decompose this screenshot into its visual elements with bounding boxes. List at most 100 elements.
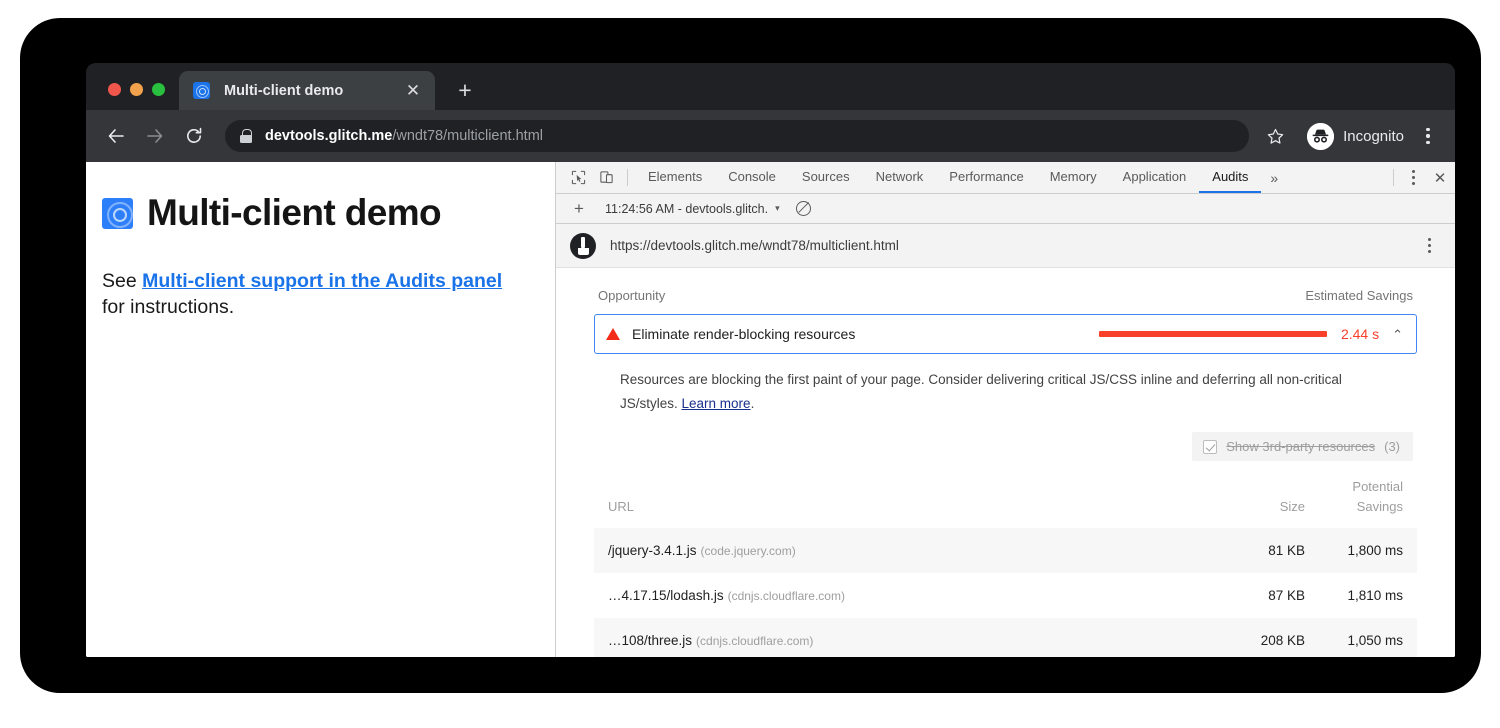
browser-tab-title: Multi-client demo [224,83,403,99]
browser-toolbar: devtools.glitch.me/wndt78/multiclient.ht… [86,110,1455,162]
show-3rd-party-label: Show 3rd-party resources [1226,439,1375,454]
resource-savings: 1,810 ms [1305,573,1417,618]
bookmark-star-icon[interactable] [1260,121,1290,151]
report-menu-button[interactable] [1417,238,1441,252]
resource-size: 81 KB [1195,528,1305,573]
resource-url: …4.17.15/lodash.js [608,588,724,603]
tab-memory[interactable]: Memory [1037,162,1110,193]
page-instructions: See Multi-client support in the Audits p… [102,268,521,320]
estimated-savings-column-label: Estimated Savings [1305,288,1413,303]
chevron-down-icon: ▾ [775,203,780,214]
resource-size: 208 KB [1195,618,1305,657]
devtools-spiral-icon [193,82,210,99]
devtools-panel: Elements Console Sources Network Perform… [555,162,1455,657]
resource-origin: (code.jquery.com) [701,544,796,558]
browser-viewport: Multi-client demo See Multi-client suppo… [86,162,1455,657]
address-bar-path: /wndt78/multiclient.html [392,128,543,144]
resource-url: …108/three.js [608,633,692,648]
audit-description: Resources are blocking the first paint o… [594,360,1394,416]
column-header-size[interactable]: Size [1195,467,1305,527]
column-header-savings[interactable]: Potential Savings [1305,467,1417,527]
minimize-window-button[interactable] [130,83,143,96]
resource-origin: (cdnjs.cloudflare.com) [728,589,845,603]
tab-performance[interactable]: Performance [936,162,1036,193]
show-3rd-party-toggle[interactable]: Show 3rd-party resources (3) [1192,432,1413,461]
audit-run-label: 11:24:56 AM - devtools.glitch. [605,202,768,216]
table-row[interactable]: …4.17.15/lodash.js (cdnjs.cloudflare.com)… [594,573,1417,618]
window-traffic-lights [86,83,179,110]
devtools-menu-button[interactable] [1401,162,1425,193]
instructions-suffix: for instructions. [102,296,234,318]
tab-elements[interactable]: Elements [635,162,715,193]
audit-savings-value: 2.44 s [1341,326,1379,342]
tab-audits[interactable]: Audits [1199,162,1261,193]
clear-audits-icon[interactable] [796,201,811,216]
resource-size: 87 KB [1195,573,1305,618]
address-bar-domain: devtools.glitch.me [265,128,392,144]
checkbox-icon[interactable] [1203,440,1217,454]
devtools-spiral-icon [102,198,133,229]
report-url: https://devtools.glitch.me/wndt78/multic… [610,238,1417,253]
audit-title: Eliminate render-blocking resources [632,326,1099,342]
forward-button[interactable] [137,118,173,154]
warning-triangle-icon [606,328,620,340]
show-3rd-party-count: (3) [1384,439,1400,454]
toolbar-divider [627,169,628,186]
back-button[interactable] [98,118,134,154]
address-bar[interactable]: devtools.glitch.me/wndt78/multiclient.ht… [225,120,1249,152]
close-devtools-icon[interactable]: ✕ [1425,162,1455,193]
page-content: Multi-client demo See Multi-client suppo… [86,162,555,657]
audit-card: Eliminate render-blocking resources 2.44… [594,314,1417,354]
more-tabs-icon[interactable]: » [1261,162,1287,193]
audit-savings-bar-fill [1099,331,1327,337]
profile-chip[interactable]: Incognito [1307,123,1404,150]
page-heading: Multi-client demo [102,192,521,234]
reload-button[interactable] [176,118,212,154]
page-title: Multi-client demo [147,192,441,234]
audit-summary-row[interactable]: Eliminate render-blocking resources 2.44… [595,315,1416,353]
close-icon[interactable]: ✕ [403,81,423,101]
tab-sources[interactable]: Sources [789,162,863,193]
new-tab-button[interactable]: + [448,73,482,107]
resources-table: URL Size Potential Savings /jquery-3.4.1… [594,467,1417,657]
column-header-url[interactable]: URL [594,467,1195,527]
incognito-icon [1307,123,1334,150]
audits-toolbar: + 11:24:56 AM - devtools.glitch. ▾ [556,194,1455,224]
toolbar-divider-right [1393,169,1394,186]
maximize-window-button[interactable] [152,83,165,96]
audit-savings-bar [1099,331,1327,337]
lighthouse-icon [570,233,596,259]
resource-origin: (cdnjs.cloudflare.com) [696,634,813,648]
tabbar-spacer [1287,162,1386,193]
learn-more-link[interactable]: Learn more [682,396,751,411]
tab-network[interactable]: Network [863,162,937,193]
instructions-prefix: See [102,270,142,292]
audits-docs-link[interactable]: Multi-client support in the Audits panel [142,270,502,292]
profile-label: Incognito [1343,128,1404,145]
device-toolbar-icon[interactable] [592,162,620,193]
close-window-button[interactable] [108,83,121,96]
audit-run-selector[interactable]: 11:24:56 AM - devtools.glitch. ▾ [605,202,780,216]
resource-savings: 1,800 ms [1305,528,1417,573]
browser-window: Multi-client demo ✕ + devtools.glitch.me… [86,63,1455,657]
browser-menu-button[interactable] [1415,121,1441,151]
audit-description-period: . [751,396,755,411]
table-row[interactable]: /jquery-3.4.1.js(code.jquery.com) 81 KB … [594,528,1417,573]
opportunity-table-header: Opportunity Estimated Savings [594,268,1417,314]
browser-tab[interactable]: Multi-client demo ✕ [179,71,435,110]
address-bar-url: devtools.glitch.me/wndt78/multiclient.ht… [265,128,543,144]
column-header-savings-line2: Savings [1357,499,1403,514]
device-frame: Multi-client demo ✕ + devtools.glitch.me… [20,18,1481,693]
browser-tab-strip: Multi-client demo ✕ + [86,63,1455,110]
third-party-row: Show 3rd-party resources (3) [594,416,1417,461]
tab-console[interactable]: Console [715,162,789,193]
table-row[interactable]: …108/three.js (cdnjs.cloudflare.com) 208 … [594,618,1417,657]
chevron-up-icon[interactable]: ⌃ [1392,328,1403,341]
report-body: Opportunity Estimated Savings Eliminate … [556,268,1455,657]
new-audit-button[interactable]: + [566,196,592,222]
tab-application[interactable]: Application [1110,162,1200,193]
column-header-savings-line1: Potential [1352,479,1403,494]
resources-table-body: /jquery-3.4.1.js(code.jquery.com) 81 KB … [594,528,1417,657]
resource-url-cell: …108/three.js (cdnjs.cloudflare.com) [594,618,1195,657]
inspect-cursor-icon[interactable] [564,162,592,193]
